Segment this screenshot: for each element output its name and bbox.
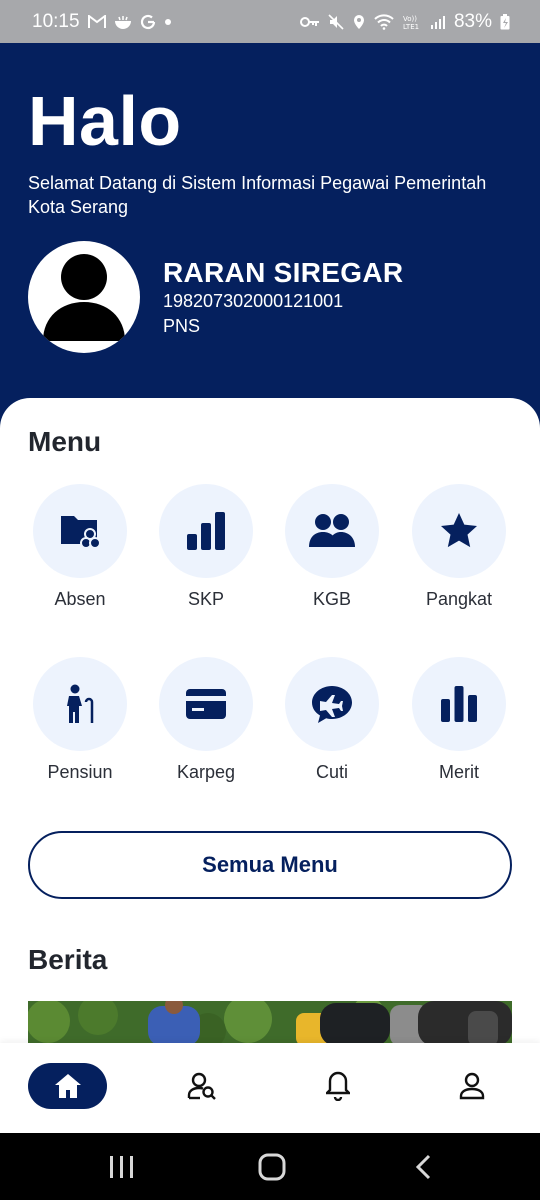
svg-text:Vo)): Vo)) — [403, 15, 417, 23]
menu-label: Pensiun — [47, 762, 113, 782]
menu-icon-circle — [412, 657, 506, 751]
google-icon — [140, 14, 155, 29]
menu-icon-circle — [412, 484, 506, 578]
menu-label: Karpeg — [176, 762, 236, 782]
person-icon — [459, 1072, 485, 1100]
content-card: Menu Absen SKP KGB Pangkat Pensiun Karpe… — [0, 398, 540, 1098]
menu-label: Absen — [54, 589, 106, 609]
status-time: 10:15 — [32, 10, 80, 32]
bottom-nav — [0, 1043, 540, 1133]
card-icon — [186, 689, 226, 719]
menu-icon-circle — [159, 484, 253, 578]
profile-role: PNS — [163, 316, 201, 336]
status-left: 10:15 — [32, 11, 172, 33]
elderly-icon — [67, 684, 94, 723]
nav-profile-button[interactable] — [446, 1063, 498, 1109]
menu-label: Pangkat — [425, 589, 493, 609]
menu-item-pensiun[interactable]: Pensiun — [17, 657, 143, 783]
nav-notifications-button[interactable] — [312, 1063, 364, 1109]
location-icon — [353, 14, 364, 29]
menu-label: Merit — [439, 762, 479, 782]
signal-icon — [430, 15, 445, 29]
volte-icon: Vo))LTE1 — [403, 15, 419, 30]
user-search-icon — [187, 1072, 216, 1100]
menu-icon-circle — [33, 484, 127, 578]
avatar[interactable] — [28, 241, 140, 353]
menu-icon-circle — [285, 657, 379, 751]
battery-percent: 83% — [453, 10, 492, 32]
recent-apps-icon[interactable] — [109, 1155, 135, 1179]
plane-chat-icon — [312, 686, 352, 723]
menu-item-skp[interactable]: SKP — [143, 484, 269, 610]
menu-icon-circle — [159, 657, 253, 751]
all-menu-button[interactable]: Semua Menu — [28, 831, 512, 899]
home-circle-icon[interactable] — [258, 1153, 286, 1181]
key-icon — [299, 16, 319, 27]
back-icon[interactable] — [414, 1154, 432, 1180]
menu-label: SKP — [187, 589, 225, 609]
user-avatar-icon — [43, 254, 125, 341]
dot-icon — [164, 18, 171, 25]
nav-home-button[interactable] — [28, 1063, 107, 1109]
welcome-text: Selamat Datang di Sistem Informasi Pegaw… — [28, 173, 487, 217]
menu-item-kgb[interactable]: KGB — [269, 484, 395, 610]
menu-icon-circle — [285, 484, 379, 578]
status-right: Vo)) LTE1 83% — [299, 10, 510, 33]
menu-title: Menu — [28, 426, 102, 457]
menu-item-karpeg[interactable]: Karpeg — [143, 657, 269, 783]
menu-item-pangkat[interactable]: Pangkat — [396, 484, 522, 610]
wifi-icon — [374, 13, 394, 30]
header: Halo Selamat Datang di Sistem Informasi … — [0, 43, 540, 443]
star-icon — [441, 513, 477, 548]
news-photo — [28, 1001, 512, 1046]
svg-text:LTE1: LTE1 — [403, 23, 419, 30]
menu-item-absen[interactable]: Absen — [17, 484, 143, 610]
gmail-icon — [87, 14, 106, 28]
people-icon — [309, 514, 355, 547]
news-image[interactable] — [28, 1001, 512, 1046]
battery-icon — [500, 13, 510, 29]
food-icon — [114, 15, 131, 29]
bell-icon — [326, 1071, 350, 1101]
status-bar: 10:15 Vo)) LTE1 83% — [0, 0, 540, 43]
menu-label: Cuti — [315, 762, 348, 782]
profile-name: RARAN SIREGAR — [163, 257, 404, 288]
menu-item-merit[interactable]: Merit — [396, 657, 522, 783]
folder-people-icon — [61, 516, 101, 549]
home-icon — [54, 1074, 81, 1098]
greeting-title: Halo — [28, 82, 182, 160]
mute-icon — [328, 13, 344, 30]
news-title: Berita — [28, 944, 108, 975]
bar-chart-icon — [187, 512, 225, 550]
system-nav-bar — [0, 1133, 540, 1200]
menu-icon-circle — [33, 657, 127, 751]
profile-nip: 198207302000121001 — [163, 291, 344, 311]
menu-label: KGB — [312, 589, 351, 609]
column-chart-icon — [441, 686, 477, 722]
nav-search-user-button[interactable] — [176, 1063, 228, 1109]
menu-item-cuti[interactable]: Cuti — [269, 657, 395, 783]
